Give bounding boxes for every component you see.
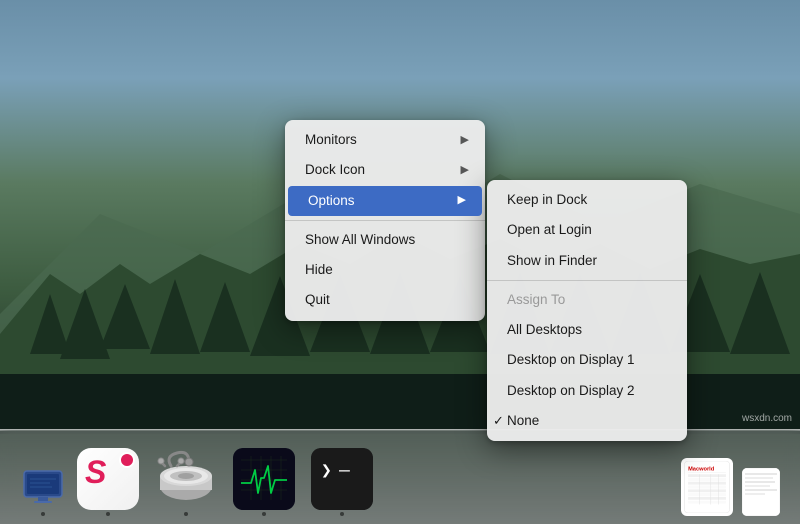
svg-text:❯: ❯ <box>321 460 332 481</box>
submenu-arrow-dock-icon: ▶ <box>461 162 469 179</box>
submenu-arrow-options: ▶ <box>458 192 466 209</box>
dock-item-doc2[interactable] <box>742 446 780 516</box>
dock-icon-terminal: ❯ — <box>311 448 373 510</box>
context-menu-container: Monitors ▶ Dock Icon ▶ Options ▶ Show Al… <box>285 120 687 441</box>
dock-icon-monitor <box>20 465 65 510</box>
svg-text:—: — <box>339 460 350 481</box>
menu-item-show-all-windows-label: Show All Windows <box>305 230 415 250</box>
menu-item-quit[interactable]: Quit <box>285 285 485 315</box>
context-menu: Monitors ▶ Dock Icon ▶ Options ▶ Show Al… <box>285 120 485 321</box>
dock-icon-doc1: Macworld <box>681 458 733 516</box>
dock-icon-disk-utility <box>155 448 217 510</box>
dock-icon-activity-monitor <box>233 448 295 510</box>
menu-item-dock-icon-label: Dock Icon <box>305 160 365 180</box>
watermark: wsxdn.com <box>742 413 792 424</box>
dock-item-disk-utility[interactable] <box>151 446 221 516</box>
slack-notification-dot <box>119 452 135 468</box>
submenu-item-desktop-display1[interactable]: Desktop on Display 1 <box>487 345 687 375</box>
svg-text:Macworld: Macworld <box>688 466 715 472</box>
submenu-item-show-in-finder[interactable]: Show in Finder <box>487 246 687 276</box>
dock-item-doc1[interactable]: Macworld <box>679 446 734 516</box>
menu-item-monitors-label: Monitors <box>305 130 357 150</box>
dock-dot-terminal <box>340 512 344 516</box>
submenu-item-open-at-login[interactable]: Open at Login <box>487 215 687 245</box>
submenu-arrow-monitors: ▶ <box>461 132 469 149</box>
menu-item-monitors[interactable]: Monitors ▶ <box>285 125 485 155</box>
document1-icon: Macworld <box>683 461 731 513</box>
menu-item-hide[interactable]: Hide <box>285 255 485 285</box>
submenu-none-label: None <box>507 411 539 431</box>
dock-dot-activity-monitor <box>262 512 266 516</box>
monitor-icon <box>22 469 64 507</box>
submenu-separator-1 <box>487 280 687 281</box>
options-submenu: Keep in Dock Open at Login Show in Finde… <box>487 180 687 441</box>
disk-utility-icon <box>155 448 217 510</box>
activity-monitor-icon <box>233 448 295 510</box>
submenu-item-keep-in-dock[interactable]: Keep in Dock <box>487 185 687 215</box>
dock-item-slack[interactable] <box>73 446 143 516</box>
dock-icon-doc2 <box>742 468 780 516</box>
dock-item-monitor[interactable] <box>20 446 65 516</box>
dock-dot-monitor <box>41 512 45 516</box>
menu-separator-1 <box>285 220 485 221</box>
dock-dot-disk-utility <box>184 512 188 516</box>
submenu-item-assign-to: Assign To <box>487 285 687 315</box>
menu-item-dock-icon[interactable]: Dock Icon ▶ <box>285 155 485 185</box>
submenu-desktop-display2-label: Desktop on Display 2 <box>507 381 635 401</box>
submenu-all-desktops-label: All Desktops <box>507 320 582 340</box>
dock-dot-slack <box>106 512 110 516</box>
terminal-icon: ❯ — <box>311 448 373 510</box>
menu-item-show-all-windows[interactable]: Show All Windows <box>285 225 485 255</box>
dock: ❯ — Macworld <box>0 429 800 524</box>
dock-item-activity-monitor[interactable] <box>229 446 299 516</box>
submenu-item-all-desktops[interactable]: All Desktops <box>487 315 687 345</box>
menu-item-options[interactable]: Options ▶ <box>288 186 482 216</box>
dock-icon-slack <box>77 448 139 510</box>
submenu-item-desktop-display2[interactable]: Desktop on Display 2 <box>487 376 687 406</box>
submenu-desktop-display1-label: Desktop on Display 1 <box>507 350 635 370</box>
submenu-open-at-login-label: Open at Login <box>507 220 592 240</box>
document2-icon <box>742 468 780 516</box>
submenu-show-in-finder-label: Show in Finder <box>507 251 597 271</box>
submenu-keep-in-dock-label: Keep in Dock <box>507 190 587 210</box>
dock-item-terminal[interactable]: ❯ — <box>307 446 377 516</box>
submenu-item-none[interactable]: None <box>487 406 687 436</box>
menu-item-options-label: Options <box>308 191 355 211</box>
submenu-assign-to-label: Assign To <box>507 290 565 310</box>
menu-item-hide-label: Hide <box>305 260 333 280</box>
menu-item-quit-label: Quit <box>305 290 330 310</box>
